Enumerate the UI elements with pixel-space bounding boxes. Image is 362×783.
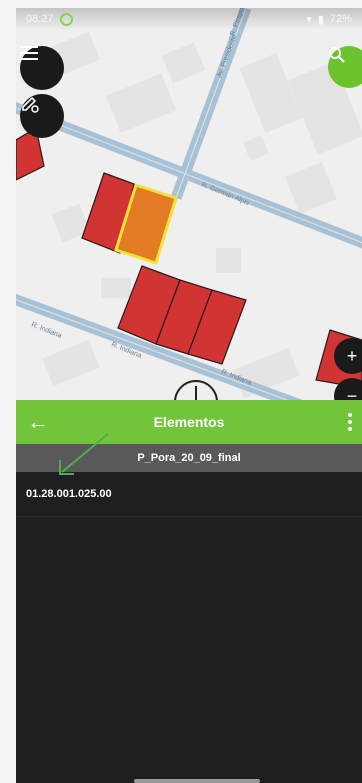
- annotation-arrow-icon: [59, 433, 109, 475]
- feature-id: 01.28.001.025.00: [26, 488, 112, 500]
- signal-icon: ▮: [317, 13, 324, 26]
- map-view[interactable]: R. German Alpis Av. Presidente R. Indian…: [16, 8, 362, 400]
- battery-level: 72%: [329, 13, 352, 25]
- status-time: 08:27: [26, 13, 54, 25]
- arrow-left-icon: ←: [27, 409, 49, 434]
- street-label-indiana-1: R. Indiana: [30, 321, 62, 339]
- wifi-icon: ▾: [306, 13, 312, 26]
- home-indicator[interactable]: [134, 779, 260, 783]
- status-bar: 08:27 ▾ ▮ 72%: [16, 8, 362, 30]
- panel-title: Elementos: [153, 414, 225, 430]
- more-vert-icon: [348, 413, 352, 417]
- menu-button[interactable]: [20, 46, 64, 90]
- edit-settings-icon: [22, 96, 39, 113]
- search-button[interactable]: [328, 46, 362, 88]
- more-options-button[interactable]: [338, 400, 362, 444]
- feature-list-item[interactable]: 01.28.001.025.00: [16, 472, 362, 517]
- location-indicator-icon: [59, 12, 73, 26]
- edit-settings-button[interactable]: [20, 94, 64, 138]
- plus-icon: +: [346, 345, 358, 366]
- minus-icon: −: [346, 385, 358, 401]
- search-icon: [329, 47, 345, 63]
- map-canvas[interactable]: R. German Alpis Av. Presidente R. Indian…: [16, 8, 362, 400]
- menu-icon: [20, 46, 38, 60]
- zoom-in-button[interactable]: +: [334, 338, 362, 374]
- app-screen: R. German Alpis Av. Presidente R. Indian…: [16, 8, 362, 783]
